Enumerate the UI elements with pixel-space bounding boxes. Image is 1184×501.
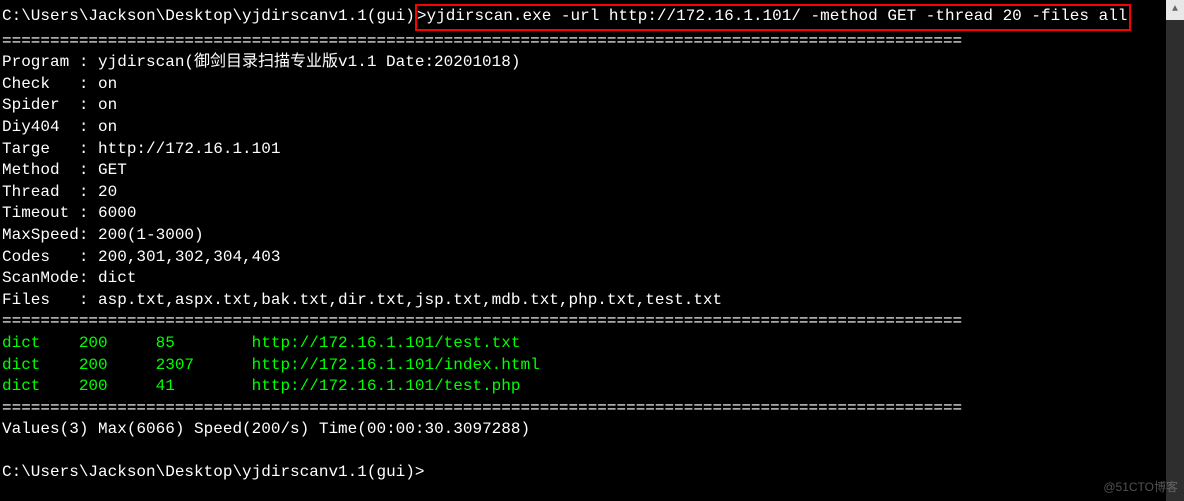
label: ScanMode: [2, 269, 98, 287]
prompt-path: C:\Users\Jackson\Desktop\yjdirscanv1.1(g… [2, 6, 415, 28]
highlighted-command-box: >yjdirscan.exe -url http://172.16.1.101/… [415, 4, 1132, 31]
label: Method : [2, 161, 98, 179]
divider-bottom: ========================================… [2, 398, 1182, 420]
label: Codes : [2, 248, 98, 266]
value: yjdirscan(御剑目录扫描专业版v1.1 Date:20201018) [98, 53, 520, 71]
label: Check : [2, 75, 98, 93]
prompt-line-2[interactable]: C:\Users\Jackson\Desktop\yjdirscanv1.1(g… [2, 462, 1182, 484]
divider-top: ========================================… [2, 31, 1182, 53]
label: Program : [2, 53, 98, 71]
value: on [98, 75, 117, 93]
config-maxspeed: MaxSpeed: 200(1-3000) [2, 225, 1182, 247]
config-check: Check : on [2, 74, 1182, 96]
value: 6000 [98, 204, 136, 222]
value: http://172.16.1.101 [98, 140, 280, 158]
command-text: yjdirscan.exe -url http://172.16.1.101/ … [426, 7, 1127, 25]
result-row: dict 200 41 http://172.16.1.101/test.php [2, 376, 1182, 398]
label: Diy404 : [2, 118, 98, 136]
value: asp.txt,aspx.txt,bak.txt,dir.txt,jsp.txt… [98, 291, 722, 309]
config-scanmode: ScanMode: dict [2, 268, 1182, 290]
config-files: Files : asp.txt,aspx.txt,bak.txt,dir.txt… [2, 290, 1182, 312]
config-codes: Codes : 200,301,302,304,403 [2, 247, 1182, 269]
config-program: Program : yjdirscan(御剑目录扫描专业版v1.1 Date:2… [2, 52, 1182, 74]
value: dict [98, 269, 136, 287]
config-diy404: Diy404 : on [2, 117, 1182, 139]
label: Targe : [2, 140, 98, 158]
value: 200,301,302,304,403 [98, 248, 280, 266]
blank-line [2, 441, 1182, 463]
prompt-text: C:\Users\Jackson\Desktop\yjdirscanv1.1(g… [2, 463, 424, 481]
watermark: @51CTO博客 [1103, 479, 1178, 495]
result-row: dict 200 85 http://172.16.1.101/test.txt [2, 333, 1182, 355]
config-method: Method : GET [2, 160, 1182, 182]
config-spider: Spider : on [2, 95, 1182, 117]
value: GET [98, 161, 127, 179]
label: Files : [2, 291, 98, 309]
config-targe: Targe : http://172.16.1.101 [2, 139, 1182, 161]
value: on [98, 118, 117, 136]
label: Thread : [2, 183, 98, 201]
value: 200(1-3000) [98, 226, 204, 244]
config-timeout: Timeout : 6000 [2, 203, 1182, 225]
label: Timeout : [2, 204, 98, 222]
results-block: dict 200 85 http://172.16.1.101/test.txt… [2, 333, 1182, 398]
scrollbar-track[interactable] [1166, 20, 1184, 501]
divider-mid: ========================================… [2, 311, 1182, 333]
config-thread: Thread : 20 [2, 182, 1182, 204]
label: MaxSpeed: [2, 226, 98, 244]
value: 20 [98, 183, 117, 201]
value: on [98, 96, 117, 114]
command-prompt-line: C:\Users\Jackson\Desktop\yjdirscanv1.1(g… [2, 4, 1182, 31]
result-row: dict 200 2307 http://172.16.1.101/index.… [2, 355, 1182, 377]
label: Spider : [2, 96, 98, 114]
summary-line: Values(3) Max(6066) Speed(200/s) Time(00… [2, 419, 1182, 441]
scrollbar-up-button[interactable]: ▲ [1166, 0, 1184, 20]
chevron-up-icon: ▲ [1172, 3, 1178, 17]
